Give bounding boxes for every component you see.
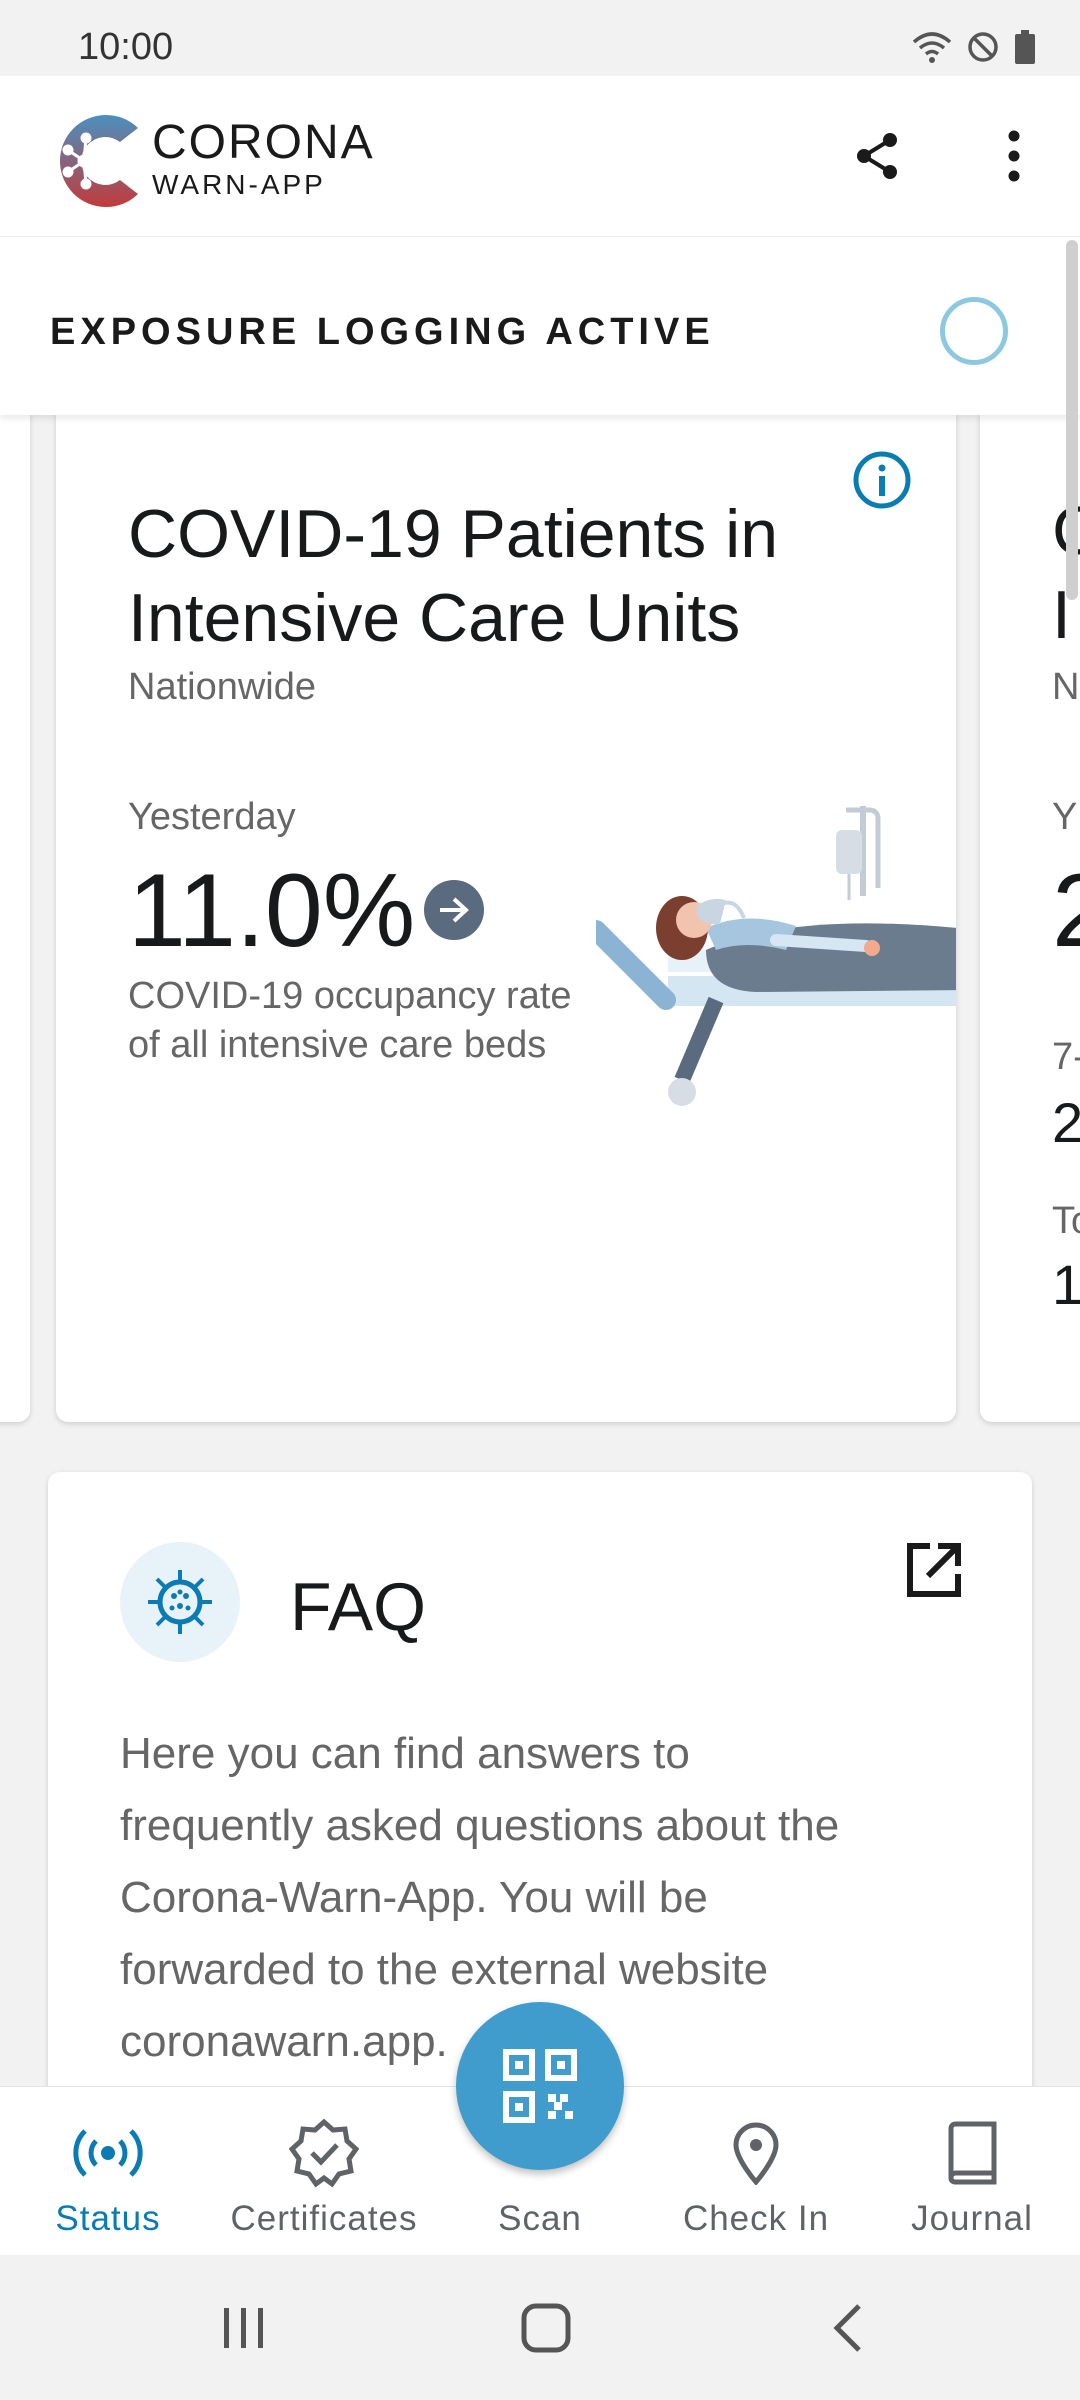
- back-button[interactable]: [808, 2298, 888, 2358]
- next-card-text: 7-: [1052, 1036, 1080, 1078]
- nav-item-check-in[interactable]: Check In: [648, 2113, 864, 2239]
- nav-label-status: Status: [55, 2199, 161, 2238]
- status-icons: [912, 30, 1036, 64]
- exposure-logging-indicator-icon: [940, 297, 1008, 365]
- corona-warn-app-logo: [59, 115, 138, 207]
- share-icon: [857, 133, 897, 179]
- card-period: Yesterday: [128, 796, 296, 838]
- system-navigation-bar: [0, 2254, 1080, 2400]
- scan-fab-button[interactable]: [456, 2002, 624, 2170]
- broadcast-icon: [73, 2129, 143, 2177]
- logo-line-1: CORONA: [152, 116, 375, 169]
- status-time: 10:00: [78, 26, 174, 68]
- nav-item-status[interactable]: Status: [0, 2113, 216, 2239]
- previous-statistics-card[interactable]: [0, 400, 30, 1422]
- icu-patient-illustration: [596, 806, 956, 1106]
- scrollbar[interactable]: [1066, 240, 1078, 600]
- next-card-text: 2: [1052, 852, 1080, 971]
- qr-code-icon: [503, 2049, 577, 2123]
- next-card-text: Y: [1052, 796, 1078, 838]
- home-icon: [521, 2303, 571, 2353]
- logo-wordmark: CORONA WARN-APP: [152, 118, 375, 202]
- logo-line-2: WARN-APP: [152, 169, 326, 200]
- virus-icon: [148, 1570, 212, 1634]
- more-vertical-icon: [1008, 130, 1020, 182]
- exposure-logging-status[interactable]: EXPOSURE LOGGING ACTIVE: [0, 236, 1080, 415]
- next-card-text: 1: [1052, 1253, 1080, 1316]
- recent-apps-icon: [224, 2308, 263, 2348]
- share-button[interactable]: [838, 116, 918, 196]
- nav-label-scan: Scan: [498, 2199, 582, 2238]
- overflow-menu-button[interactable]: [974, 116, 1054, 196]
- nav-label-check-in: Check In: [682, 2199, 830, 2238]
- do-not-disturb-icon: [968, 32, 998, 62]
- certificate-badge-icon: [289, 2118, 359, 2188]
- exposure-logging-label: EXPOSURE LOGGING ACTIVE: [50, 311, 715, 353]
- next-card-text: 2: [1052, 1091, 1080, 1154]
- book-icon: [948, 2121, 997, 2185]
- home-button[interactable]: [506, 2298, 586, 2358]
- back-icon: [833, 2304, 861, 2352]
- card-description: COVID-19 occupancy rate of all intensive…: [128, 975, 572, 1066]
- next-card-text: To: [1052, 1200, 1080, 1242]
- faq-title: FAQ: [290, 1569, 427, 1645]
- recent-apps-button[interactable]: [204, 2298, 284, 2358]
- external-link-icon[interactable]: [902, 1538, 966, 1602]
- nav-item-journal[interactable]: Journal: [864, 2113, 1080, 2239]
- location-pin-icon: [733, 2122, 779, 2185]
- next-card-text: N: [1052, 666, 1080, 708]
- faq-icon-container: [120, 1542, 240, 1662]
- nav-item-certificates[interactable]: Certificates: [216, 2113, 432, 2239]
- wifi-icon: [912, 32, 952, 63]
- trend-arrow-icon: [424, 880, 484, 940]
- nav-label-journal: Journal: [911, 2199, 1033, 2238]
- info-icon[interactable]: [852, 450, 912, 510]
- card-value: 11.0%: [128, 853, 416, 969]
- app-bar: CORONA WARN-APP: [0, 76, 1080, 236]
- battery-icon: [1015, 30, 1035, 64]
- next-statistics-card[interactable]: C I N Y 2 7- 2 To 1: [980, 400, 1080, 1422]
- icu-statistics-card[interactable]: COVID-19 Patients in Intensive Care Unit…: [56, 400, 956, 1422]
- card-title: COVID-19 Patients in Intensive Care Unit…: [128, 496, 779, 656]
- status-bar: 10:00: [0, 0, 1080, 76]
- card-region: Nationwide: [128, 666, 316, 708]
- nav-label-certificates: Certificates: [230, 2199, 418, 2238]
